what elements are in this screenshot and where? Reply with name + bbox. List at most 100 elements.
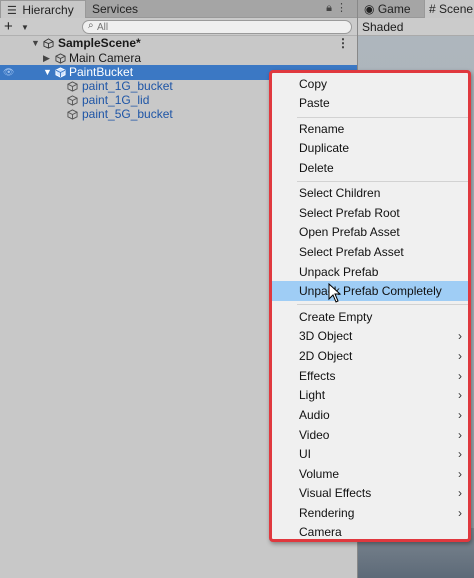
tab-game[interactable]: ◉ Game: [360, 0, 424, 18]
gameobject-icon: [55, 53, 66, 64]
menu-item-visual-effects[interactable]: Visual Effects ›: [272, 483, 468, 503]
item-label: paint_5G_bucket: [82, 107, 173, 121]
item-label: PaintBucket: [69, 65, 134, 79]
menu-item-rendering[interactable]: Rendering ›: [272, 503, 468, 523]
menu-item-label: Video: [299, 428, 330, 442]
gameobject-icon: [67, 81, 78, 92]
menu-item-label: Visual Effects: [299, 486, 372, 500]
menu-separator: [297, 181, 468, 182]
tab-scene-label: Scene: [439, 2, 474, 16]
menu-item-label: 3D Object: [299, 329, 353, 343]
menu-item-unpack-prefab-completely[interactable]: Unpack Prefab Completely: [272, 281, 468, 301]
menu-item-label: UI: [299, 447, 311, 461]
menu-item-volume[interactable]: Volume ›: [272, 464, 468, 484]
tab-scene[interactable]: # Scene: [424, 0, 474, 18]
unity-scene-icon: [43, 38, 54, 49]
menu-item-label: Select Prefab Asset: [299, 245, 404, 259]
menu-item-label: Create Empty: [299, 310, 373, 324]
submenu-arrow-icon: ›: [458, 428, 462, 442]
menu-separator: [297, 117, 468, 118]
context-menu: Copy Paste Rename Duplicate Delete Selec…: [269, 70, 471, 542]
shading-mode-dropdown[interactable]: Shaded: [362, 19, 403, 35]
hierarchy-tab-bar: ☰ Hierarchy Services 🔒︎⋮: [0, 0, 357, 19]
menu-item-label: Volume: [299, 467, 340, 481]
submenu-arrow-icon: ›: [458, 369, 462, 383]
submenu-arrow-icon: ›: [458, 349, 462, 363]
menu-item-light[interactable]: Light ›: [272, 385, 468, 405]
scene-toolbar: Shaded: [358, 18, 474, 36]
menu-item-label: Select Children: [299, 186, 381, 200]
hierarchy-item-main-camera[interactable]: ▶ Main Camera: [0, 51, 357, 66]
tab-game-label: Game: [377, 2, 411, 16]
menu-item-label: Camera: [299, 525, 342, 539]
more-options-icon[interactable]: ⋮: [336, 2, 351, 14]
menu-item-open-prefab-asset[interactable]: Open Prefab Asset: [272, 222, 468, 242]
menu-item-effects[interactable]: Effects ›: [272, 366, 468, 386]
submenu-arrow-icon: ›: [458, 506, 462, 520]
scene-row[interactable]: ▼ SampleScene* ⋮: [0, 36, 357, 51]
menu-item-camera[interactable]: Camera: [272, 522, 468, 542]
menu-item-paste[interactable]: Paste: [272, 93, 468, 113]
submenu-arrow-icon: ›: [458, 329, 462, 343]
menu-item-unpack-prefab[interactable]: Unpack Prefab: [272, 262, 468, 282]
item-label: Main Camera: [69, 51, 142, 65]
lock-icon[interactable]: 🔒︎: [326, 2, 336, 14]
menu-item-rename[interactable]: Rename: [272, 119, 468, 139]
tab-services[interactable]: Services: [86, 0, 166, 18]
menu-item-duplicate[interactable]: Duplicate: [272, 138, 468, 158]
menu-item-2d-object[interactable]: 2D Object ›: [272, 346, 468, 366]
chevron-down-icon[interactable]: ▼: [21, 23, 29, 32]
gameobject-icon: [67, 109, 78, 120]
menu-item-label: Paste: [299, 96, 330, 110]
menu-item-select-prefab-root[interactable]: Select Prefab Root: [272, 203, 468, 223]
submenu-arrow-icon: ›: [458, 486, 462, 500]
menu-item-label: Audio: [299, 408, 330, 422]
gameobject-icon: [67, 95, 78, 106]
submenu-arrow-icon: ›: [458, 388, 462, 402]
scene-options-icon[interactable]: ⋮: [337, 36, 349, 51]
menu-item-create-empty[interactable]: Create Empty: [272, 307, 468, 327]
menu-item-label: Light: [299, 388, 326, 402]
menu-item-label: Delete: [299, 161, 334, 175]
menu-item-label: Unpack Prefab: [299, 265, 379, 279]
menu-item-delete[interactable]: Delete: [272, 158, 468, 178]
tab-hierarchy[interactable]: ☰ Hierarchy: [0, 0, 86, 19]
expand-arrow-icon[interactable]: ▼: [43, 65, 52, 80]
menu-item-select-children[interactable]: Select Children: [272, 183, 468, 203]
visibility-eye-icon[interactable]: 👁︎: [3, 65, 14, 80]
tab-services-label: Services: [92, 2, 139, 16]
menu-item-label: 2D Object: [299, 349, 353, 363]
expand-arrow-icon[interactable]: ▼: [31, 36, 40, 51]
item-label: paint_1G_lid: [82, 93, 150, 107]
menu-item-select-prefab-asset[interactable]: Select Prefab Asset: [272, 242, 468, 262]
item-label: paint_1G_bucket: [82, 79, 173, 93]
menu-item-audio[interactable]: Audio ›: [272, 405, 468, 425]
search-input[interactable]: [97, 21, 337, 33]
tab-hierarchy-label: Hierarchy: [22, 3, 74, 17]
menu-item-3d-object[interactable]: 3D Object ›: [272, 326, 468, 346]
mouse-cursor-icon: [328, 283, 342, 303]
submenu-arrow-icon: ›: [458, 408, 462, 422]
menu-item-video[interactable]: Video ›: [272, 425, 468, 445]
scene-name: SampleScene*: [58, 36, 141, 50]
search-icon: ⌕: [88, 20, 94, 31]
menu-item-label: Effects: [299, 369, 336, 383]
search-field[interactable]: ⌕: [82, 20, 352, 34]
menu-item-label: Copy: [299, 77, 328, 91]
submenu-arrow-icon: ›: [458, 447, 462, 461]
scene-tab-bar: ◉ Game # Scene: [358, 0, 474, 18]
menu-item-label: Unpack Prefab Completely: [299, 284, 442, 298]
grid-icon: #: [429, 2, 436, 16]
menu-item-copy[interactable]: Copy: [272, 74, 468, 94]
menu-item-label: Select Prefab Root: [299, 206, 400, 220]
expand-arrow-icon[interactable]: ▶: [43, 51, 50, 66]
hierarchy-toolbar: + ▼ ⌕: [0, 18, 357, 36]
menu-item-label: Rendering: [299, 506, 355, 520]
menu-item-label: Rename: [299, 122, 345, 136]
menu-item-ui[interactable]: UI ›: [272, 444, 468, 464]
menu-item-label: Duplicate: [299, 141, 350, 155]
submenu-arrow-icon: ›: [458, 467, 462, 481]
window-tools: 🔒︎⋮: [326, 1, 351, 15]
add-button[interactable]: +: [4, 18, 13, 35]
gamepad-icon: ◉: [364, 2, 375, 16]
